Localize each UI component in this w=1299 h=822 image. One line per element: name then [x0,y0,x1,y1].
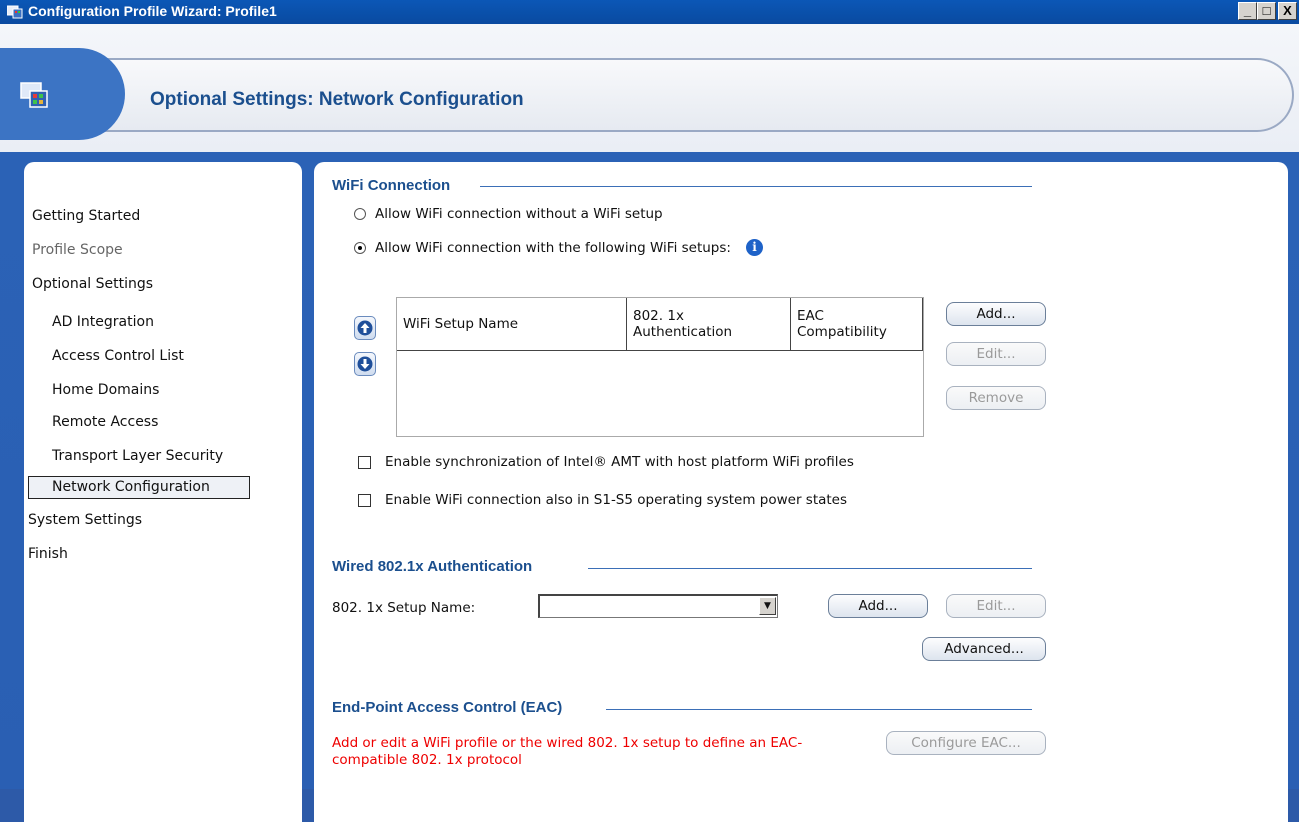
wired-advanced-button[interactable]: Advanced... [922,637,1046,661]
arrow-up-icon [357,320,373,336]
nav-item-system-settings[interactable]: System Settings [28,512,142,528]
radio-label: Allow WiFi connection without a WiFi set… [375,206,663,222]
wifi-section-title: WiFi Connection [332,177,451,194]
chevron-down-icon[interactable]: ▼ [759,597,776,615]
radio-button[interactable] [354,241,366,254]
title-bar: Configuration Profile Wizard: Profile1 _… [0,0,1299,24]
radio-wifi-without-setup[interactable]: Allow WiFi connection without a WiFi set… [354,206,663,222]
col-header-setup-name[interactable]: WiFi Setup Name [397,298,627,350]
nav-item-network-configuration[interactable]: Network Configuration [28,476,250,499]
nav-item-remote-access[interactable]: Remote Access [52,414,158,430]
move-up-button[interactable] [354,316,376,340]
wizard-steps-nav: Getting Started Profile Scope Optional S… [24,162,302,822]
app-icon [6,4,23,19]
wired-section-title: Wired 802.1x Authentication [332,558,533,575]
wifi-add-button[interactable]: Add... [946,302,1046,326]
checkbox-label: Enable synchronization of Intel® AMT wit… [385,454,854,470]
wizard-body: Optional Settings: Network Configuration… [0,24,1299,822]
section-divider [480,186,1032,187]
wifi-setups-table[interactable]: WiFi Setup Name 802. 1x Authentication E… [396,297,924,437]
nav-item-finish[interactable]: Finish [28,546,68,562]
eac-section-title: End-Point Access Control (EAC) [332,699,563,716]
col-header-8021x-auth[interactable]: 802. 1x Authentication [627,298,791,350]
checkbox-label: Enable WiFi connection also in S1-S5 ope… [385,492,848,508]
configure-eac-button[interactable]: Configure EAC... [886,731,1046,755]
nav-item-getting-started[interactable]: Getting Started [32,208,140,224]
arrow-down-icon [357,356,373,372]
eac-warning-message: Add or edit a WiFi profile or the wired … [332,735,803,768]
wifi-remove-button[interactable]: Remove [946,386,1046,410]
close-button[interactable]: X [1278,2,1297,20]
page-title: Optional Settings: Network Configuration [150,89,524,110]
radio-label: Allow WiFi connection with the following… [375,239,731,256]
wifi-s1s5-option[interactable]: Enable WiFi connection also in S1-S5 ope… [358,492,847,508]
settings-panel: WiFi Connection Allow WiFi connection wi… [314,162,1288,822]
section-divider [606,709,1032,710]
header-icon-tab [0,48,125,140]
checkbox[interactable] [358,493,371,507]
network-config-icon [20,80,50,110]
nav-item-ad-integration[interactable]: AD Integration [52,314,154,330]
nav-item-home-domains[interactable]: Home Domains [52,382,159,398]
checkbox[interactable] [358,455,371,469]
table-header: WiFi Setup Name 802. 1x Authentication E… [397,298,923,351]
radio-button[interactable] [354,208,366,220]
wired-add-button[interactable]: Add... [828,594,928,618]
wired-edit-button[interactable]: Edit... [946,594,1046,618]
nav-item-profile-scope[interactable]: Profile Scope [32,242,123,258]
move-down-button[interactable] [354,352,376,376]
nav-item-optional-settings[interactable]: Optional Settings [32,276,153,292]
setup-name-label: 802. 1x Setup Name: [332,600,476,616]
minimize-button[interactable]: _ [1238,2,1257,20]
info-icon[interactable]: i [745,239,763,256]
col-header-eac-compat[interactable]: EAC Compatibility [791,298,923,350]
section-divider [588,568,1032,569]
table-body [397,351,923,436]
setup-name-select[interactable]: ▼ [538,594,778,618]
radio-wifi-with-setups[interactable]: Allow WiFi connection with the following… [354,239,763,256]
maximize-button[interactable]: □ [1257,2,1276,20]
window-title: Configuration Profile Wizard: Profile1 [28,3,277,19]
wifi-edit-button[interactable]: Edit... [946,342,1046,366]
sync-wifi-profiles-option[interactable]: Enable synchronization of Intel® AMT wit… [358,454,854,470]
nav-item-transport-layer-security[interactable]: Transport Layer Security [52,448,223,464]
nav-item-access-control-list[interactable]: Access Control List [52,348,184,364]
